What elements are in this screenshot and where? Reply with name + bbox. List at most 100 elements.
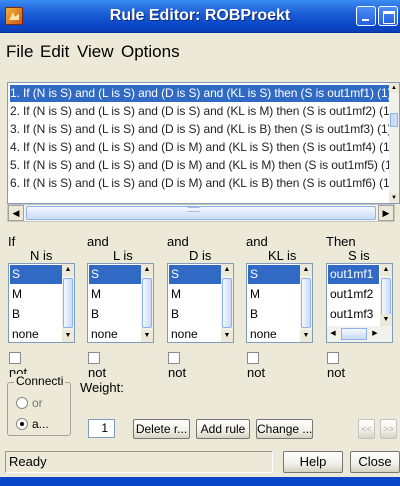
checkbox-icon[interactable]	[9, 352, 21, 364]
list-item[interactable]: S	[169, 265, 222, 284]
output-listbox[interactable]: out1mf1 out1mf2 out1mf3 ▲ ▼ ◀ ▶	[326, 263, 393, 343]
list-item[interactable]: M	[169, 285, 222, 304]
weight-input[interactable]: 1	[88, 419, 115, 438]
rule-list[interactable]: 1. If (N is S) and (L is S) and (D is S)…	[7, 82, 400, 204]
scroll-thumb[interactable]	[63, 278, 73, 328]
scroll-down-arrow-icon[interactable]: ▼	[300, 330, 312, 342]
scroll-up-arrow-icon[interactable]: ▲	[389, 83, 399, 93]
rule-item[interactable]: 6. If (N is S) and (L is S) and (D is M)…	[10, 175, 394, 192]
membership-listbox[interactable]: S M B none ▲ ▼	[87, 263, 154, 343]
not-label: not	[88, 365, 107, 380]
membership-listbox[interactable]: S M B none ▲ ▼	[246, 263, 313, 343]
scroll-thumb[interactable]	[26, 204, 376, 220]
checkbox-icon[interactable]	[168, 352, 180, 364]
scroll-thumb[interactable]	[222, 278, 232, 328]
list-item[interactable]: none	[10, 325, 63, 342]
column-prefix: If	[8, 234, 16, 249]
menu-edit[interactable]: Edit	[40, 42, 69, 62]
membership-listbox[interactable]: S M B none ▲ ▼	[8, 263, 75, 343]
rule-list-horizontal-scrollbar[interactable]: ◀ ▶	[7, 204, 395, 222]
scroll-right-arrow-icon[interactable]: ▶	[378, 205, 394, 221]
list-item[interactable]: none	[89, 325, 142, 342]
change-rule-button[interactable]: Change ...	[256, 419, 313, 439]
help-button[interactable]: Help	[283, 451, 343, 473]
scroll-thumb[interactable]	[390, 113, 398, 127]
listbox-scrollbar[interactable]: ▲ ▼	[300, 264, 312, 342]
add-rule-button[interactable]: Add rule	[196, 419, 250, 439]
radio-and[interactable]	[16, 418, 28, 430]
listbox-scrollbar[interactable]: ▲ ▼	[62, 264, 74, 342]
listbox-scrollbar[interactable]: ▲ ▼	[141, 264, 153, 342]
scroll-down-arrow-icon[interactable]: ▼	[62, 330, 74, 342]
scroll-left-arrow-icon[interactable]: ◀	[327, 328, 339, 340]
checkbox-icon[interactable]	[327, 352, 339, 364]
scroll-thumb[interactable]	[341, 328, 367, 340]
list-item[interactable]: S	[248, 265, 301, 284]
list-item[interactable]: out1mf1	[328, 265, 379, 284]
delete-rule-button[interactable]: Delete r...	[133, 419, 190, 439]
scroll-down-arrow-icon[interactable]: ▼	[389, 193, 399, 203]
list-item[interactable]: B	[169, 305, 222, 324]
not-checkbox[interactable]: not	[168, 350, 186, 380]
scroll-down-arrow-icon[interactable]: ▼	[380, 314, 392, 326]
scroll-up-arrow-icon[interactable]: ▲	[221, 264, 233, 276]
window-title: Rule Editor: ROBProekt	[109, 7, 291, 24]
minimize-button[interactable]	[356, 6, 376, 26]
maximize-button[interactable]	[378, 6, 398, 26]
scroll-up-arrow-icon[interactable]: ▲	[62, 264, 74, 276]
status-bar: Ready	[5, 451, 273, 473]
next-button[interactable]: >>	[380, 419, 397, 439]
listbox-horizontal-scrollbar[interactable]: ◀ ▶	[327, 326, 392, 342]
list-item[interactable]: S	[89, 265, 142, 284]
scroll-thumb[interactable]	[301, 278, 311, 328]
window-bottom-border	[0, 477, 400, 486]
weight-label: Weight:	[80, 380, 124, 395]
list-item[interactable]: none	[248, 325, 301, 342]
list-item[interactable]: none	[169, 325, 222, 342]
scroll-up-arrow-icon[interactable]: ▲	[300, 264, 312, 276]
column-label: S is	[348, 248, 370, 263]
scroll-left-arrow-icon[interactable]: ◀	[8, 205, 24, 221]
listbox-scrollbar[interactable]: ▲ ▼	[380, 264, 392, 326]
rule-item[interactable]: 3. If (N is S) and (L is S) and (D is S)…	[10, 121, 392, 138]
title-bar: Rule Editor: ROBProekt	[0, 0, 400, 33]
list-item[interactable]: M	[10, 285, 63, 304]
scroll-up-arrow-icon[interactable]: ▲	[380, 264, 392, 276]
checkbox-icon[interactable]	[247, 352, 259, 364]
connection-group: Connecti or a...	[7, 374, 71, 436]
radio-or-label: or	[32, 396, 43, 410]
rule-item[interactable]: 5. If (N is S) and (L is S) and (D is M)…	[10, 157, 396, 174]
rule-item[interactable]: 4. If (N is S) and (L is S) and (D is M)…	[10, 139, 394, 156]
rule-list-vertical-scrollbar[interactable]: ▲ ▼	[389, 83, 399, 203]
list-item[interactable]: B	[248, 305, 301, 324]
listbox-scrollbar[interactable]: ▲ ▼	[221, 264, 233, 342]
not-checkbox[interactable]: not	[247, 350, 265, 380]
list-item[interactable]: out1mf2	[328, 285, 379, 304]
column-label: D is	[189, 248, 212, 263]
list-item[interactable]: M	[248, 285, 301, 304]
list-item[interactable]: B	[10, 305, 63, 324]
list-item[interactable]: B	[89, 305, 142, 324]
list-item[interactable]: S	[10, 265, 63, 284]
menu-file[interactable]: File	[6, 42, 33, 62]
checkbox-icon[interactable]	[88, 352, 100, 364]
not-checkbox[interactable]: not	[327, 350, 345, 380]
list-item[interactable]: M	[89, 285, 142, 304]
not-checkbox[interactable]: not	[88, 350, 106, 380]
scroll-thumb[interactable]	[142, 278, 152, 328]
rule-item[interactable]: 1. If (N is S) and (L is S) and (D is S)…	[10, 85, 392, 102]
radio-or[interactable]	[16, 397, 28, 409]
column-label: N is	[30, 248, 53, 263]
close-button[interactable]: Close	[350, 451, 400, 473]
rule-item[interactable]: 2. If (N is S) and (L is S) and (D is S)…	[10, 103, 394, 120]
menu-options[interactable]: Options	[121, 42, 180, 62]
list-item[interactable]: out1mf3	[328, 305, 379, 324]
previous-button[interactable]: <<	[358, 419, 375, 439]
scroll-thumb[interactable]	[381, 278, 391, 316]
membership-listbox[interactable]: S M B none ▲ ▼	[167, 263, 234, 343]
scroll-up-arrow-icon[interactable]: ▲	[141, 264, 153, 276]
scroll-down-arrow-icon[interactable]: ▼	[221, 330, 233, 342]
scroll-right-arrow-icon[interactable]: ▶	[369, 328, 381, 340]
menu-view[interactable]: View	[77, 42, 114, 62]
scroll-down-arrow-icon[interactable]: ▼	[141, 330, 153, 342]
